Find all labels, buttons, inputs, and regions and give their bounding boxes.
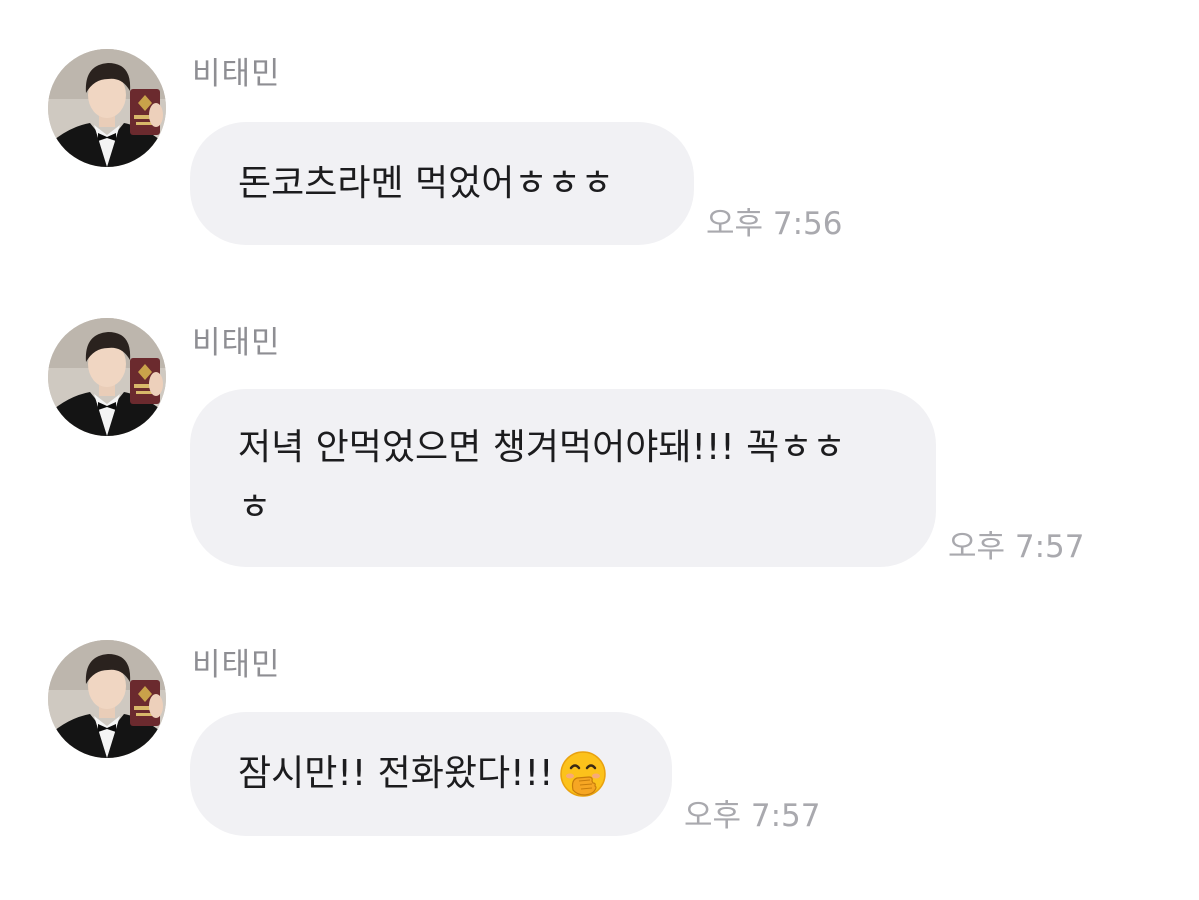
message-time: 오후 7:57: [684, 798, 821, 834]
sender-name: 비태민: [192, 325, 281, 361]
face-with-hand-over-mouth-icon: [560, 751, 607, 797]
message-bubble[interactable]: 돈코츠라멘 먹었어ㅎㅎㅎ: [190, 122, 694, 245]
message-time: 오후 7:57: [948, 529, 1085, 565]
message-text: 잠시만!! 전화왔다!!!: [238, 753, 554, 794]
sender-avatar[interactable]: [48, 49, 166, 167]
message-bubble[interactable]: 잠시만!! 전화왔다!!!: [190, 712, 672, 836]
sender-name: 비태민: [192, 56, 281, 92]
message-text: 돈코츠라멘 먹었어ㅎㅎㅎ: [238, 162, 614, 204]
sender-avatar[interactable]: [48, 640, 166, 758]
message-time: 오후 7:56: [706, 206, 843, 242]
message-text: 저녁 안먹었으면 챙겨먹어야돼!!! 꼭ㅎㅎ ㅎ: [238, 427, 846, 528]
sender-name: 비태민: [192, 647, 281, 683]
profile-photo-icon: [48, 318, 166, 436]
profile-photo-icon: [48, 49, 166, 167]
message-bubble[interactable]: 저녁 안먹었으면 챙겨먹어야돼!!! 꼭ㅎㅎ ㅎ: [190, 389, 936, 567]
sender-avatar[interactable]: [48, 318, 166, 436]
profile-photo-icon: [48, 640, 166, 758]
